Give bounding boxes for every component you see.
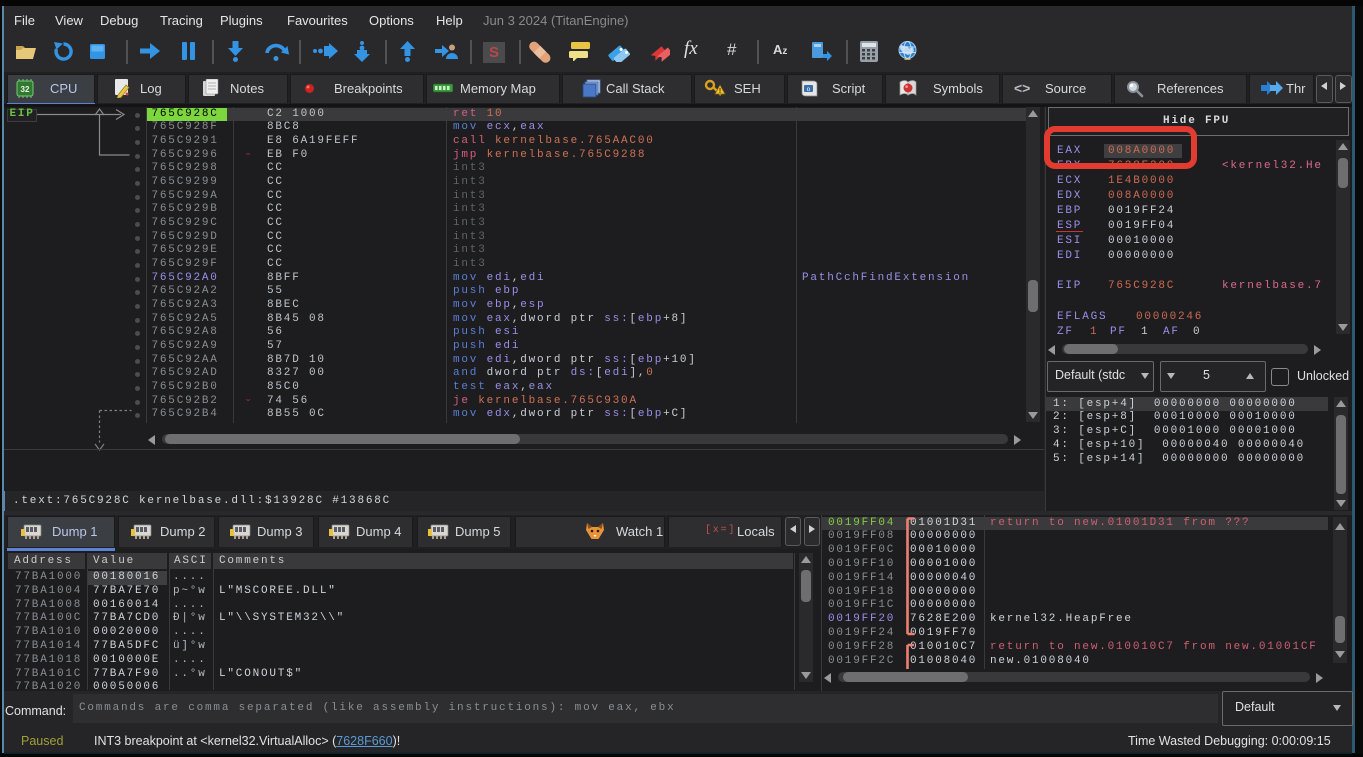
svg-text:32: 32 — [21, 85, 30, 94]
svg-text:!: ! — [719, 88, 721, 95]
svg-text:o: o — [807, 86, 811, 93]
